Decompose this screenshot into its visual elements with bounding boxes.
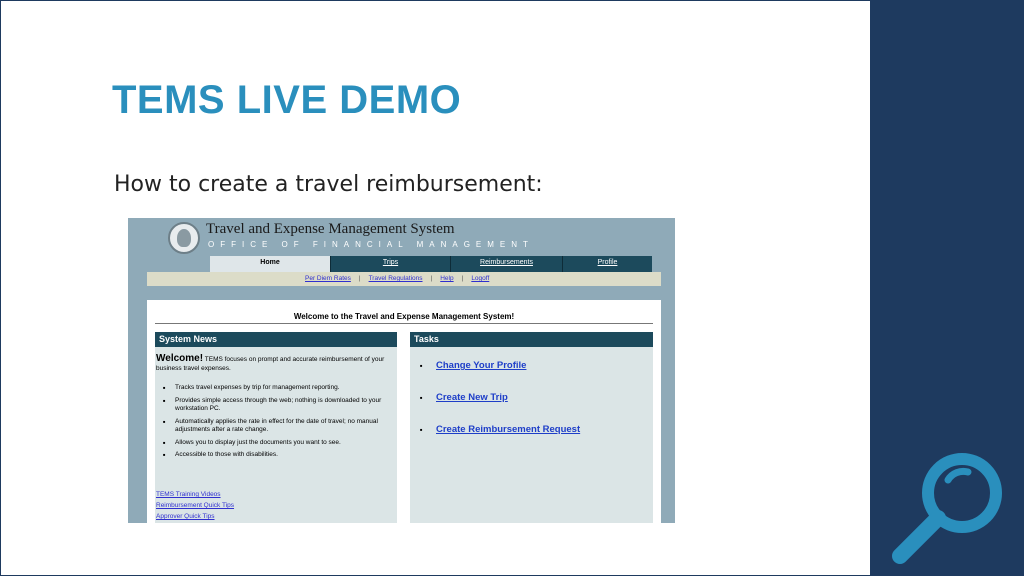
divider <box>155 323 653 324</box>
list-item: Automatically applies the rate in effect… <box>163 418 397 435</box>
list-item: Create New Trip <box>420 392 580 424</box>
list-item: Accessible to those with disabilities. <box>163 451 397 460</box>
welcome-word: Welcome! <box>156 353 204 364</box>
travel-regulations-link[interactable]: Travel Regulations <box>369 273 423 285</box>
logoff-link[interactable]: Logoff <box>471 273 489 285</box>
magnifying-glass-icon <box>892 453 1002 564</box>
system-subtitle: OFFICE OF FINANCIAL MANAGEMENT <box>208 240 534 249</box>
list-item: Change Your Profile <box>420 360 580 392</box>
help-link[interactable]: Help <box>440 273 453 285</box>
news-bullets: Tracks travel expenses by trip for manag… <box>163 384 397 464</box>
create-reimbursement-link[interactable]: Create Reimbursement Request <box>436 424 580 435</box>
tasks-panel: Tasks Change Your Profile Create New Tri… <box>410 332 653 523</box>
tab-home[interactable]: Home <box>210 256 330 272</box>
tasks-heading: Tasks <box>410 332 653 347</box>
system-news-panel: System News Welcome! TEMS focuses on pro… <box>155 332 397 523</box>
tab-profile[interactable]: Profile <box>562 256 652 272</box>
list-item: Allows you to display just the documents… <box>163 439 397 448</box>
reimbursement-tips-link[interactable]: Reimbursement Quick Tips <box>156 500 234 511</box>
list-item: Create Reimbursement Request <box>420 424 580 456</box>
tab-reimbursements[interactable]: Reimbursements <box>450 256 562 272</box>
change-profile-link[interactable]: Change Your Profile <box>436 360 526 371</box>
main-tabs: Home Trips Reimbursements Profile <box>210 256 652 272</box>
news-links: TEMS Training Videos Reimbursement Quick… <box>156 489 234 522</box>
welcome-heading: Welcome to the Travel and Expense Manage… <box>293 312 515 321</box>
training-videos-link[interactable]: TEMS Training Videos <box>156 489 234 500</box>
list-item: Tracks travel expenses by trip for manag… <box>163 384 397 393</box>
sub-navigation: Per Diem Rates | Travel Regulations | He… <box>147 272 661 286</box>
news-welcome: Welcome! TEMS focuses on prompt and accu… <box>156 354 398 373</box>
list-item: Provides simple access through the web; … <box>163 397 397 414</box>
task-list: Change Your Profile Create New Trip Crea… <box>420 360 580 456</box>
tems-screenshot: Travel and Expense Management System OFF… <box>128 218 675 523</box>
system-title: Travel and Expense Management System <box>206 221 455 237</box>
main-content: Welcome to the Travel and Expense Manage… <box>147 300 661 523</box>
approver-tips-link[interactable]: Approver Quick Tips <box>156 511 234 522</box>
slide-title: TEMS LIVE DEMO <box>112 78 462 122</box>
state-seal-icon <box>168 222 200 254</box>
per-diem-rates-link[interactable]: Per Diem Rates <box>305 273 351 285</box>
slide-subtitle: How to create a travel reimbursement: <box>114 172 543 197</box>
create-trip-link[interactable]: Create New Trip <box>436 392 508 403</box>
tab-trips[interactable]: Trips <box>330 256 450 272</box>
system-news-heading: System News <box>155 332 397 347</box>
